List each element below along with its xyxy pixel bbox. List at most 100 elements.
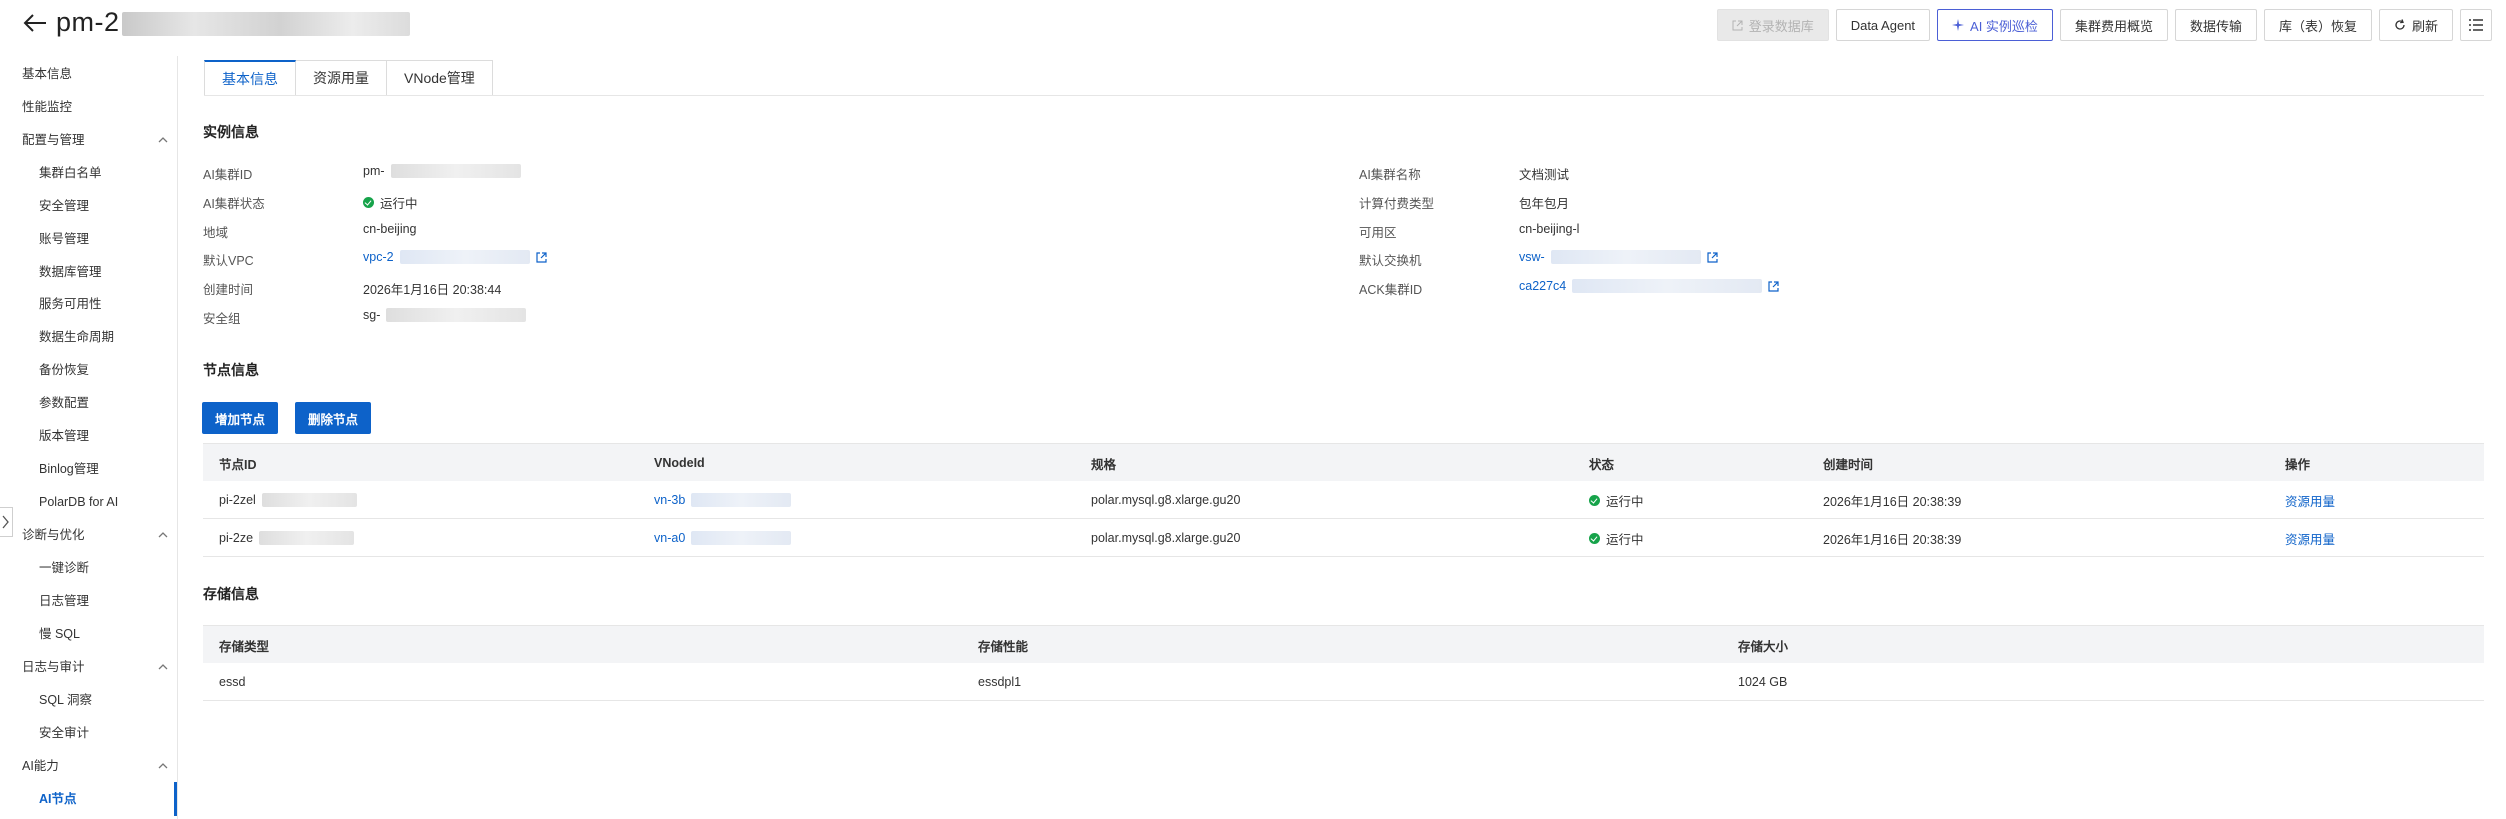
refresh-icon [2395,19,2405,30]
sidebar: 基本信息 性能监控 配置与管理 集群白名单 安全管理 账号管理 数据库管理 服务… [0,56,178,819]
ai-inspect-button[interactable]: AI 实例巡检 [1937,9,2053,41]
sidebar-item-slow-sql[interactable]: 慢 SQL [39,624,170,644]
login-database-button[interactable]: 登录数据库 [1716,9,1829,41]
table-row: essd essdpl1 1024 GB [203,663,2484,701]
column-header: 存储大小 [1738,639,1789,654]
chevron-up-icon [158,532,168,538]
cluster-cost-label: 集群费用概览 [2074,18,2153,34]
default-vpc-link[interactable]: vpc-2 [363,250,547,264]
success-check-icon [1589,532,1600,544]
cluster-id-label: AI集群ID [203,168,253,182]
default-vpc-text: vpc-2 [363,250,394,264]
billing-type-value: 包年包月 [1519,197,1570,211]
ack-cluster-id-link[interactable]: ca227c4 [1519,279,1779,293]
table-row: pi-2ze vn-a0 polar.mysql.g8.xlarge.gu20 … [203,519,2484,557]
sidebar-item-polardb-ai[interactable]: PolarDB for AI [39,492,170,512]
delete-node-button[interactable]: 删除节点 [295,402,372,434]
tab-vnode-management[interactable]: VNode管理 [387,60,493,96]
page-title: pm-2 [56,7,120,37]
resource-usage-link[interactable]: 资源用量 [2285,519,2335,557]
page-header: pm-2 登录数据库 Data Agent AI 实例巡检 集群费用概览 数据传… [0,0,2506,52]
toolbar: 登录数据库 Data Agent AI 实例巡检 集群费用概览 数据传输 库（表… [1716,9,2492,41]
db-restore-label: 库（表）恢复 [2278,18,2357,34]
sidebar-item-version[interactable]: 版本管理 [39,426,170,446]
external-link-icon[interactable] [1768,280,1779,292]
sidebar-item-binlog[interactable]: Binlog管理 [39,459,170,479]
add-node-button[interactable]: 增加节点 [202,402,279,434]
db-restore-button[interactable]: 库（表）恢复 [2263,9,2372,41]
default-vswitch-label: 默认交换机 [1359,254,1422,268]
sidebar-group-ai[interactable]: AI能力 [22,756,170,776]
tab-basic-info[interactable]: 基本信息 [204,60,296,96]
security-group-value: sg- [363,308,527,322]
redacted-value [390,164,521,178]
sidebar-group-config[interactable]: 配置与管理 [22,130,170,150]
sidebar-group-label: 日志与审计 [22,660,85,674]
sidebar-item-availability[interactable]: 服务可用性 [39,294,170,314]
tab-resource-usage[interactable]: 资源用量 [296,60,387,96]
column-header: 创建时间 [1823,457,1874,472]
sidebar-item-security[interactable]: 安全管理 [39,196,170,216]
table-row: pi-2zel vn-3b polar.mysql.g8.xlarge.gu20… [203,481,2484,519]
external-link-icon[interactable] [1707,251,1718,263]
default-vpc-label: 默认VPC [203,254,254,268]
node-id: pi-2zel [219,493,256,507]
node-info-title: 节点信息 [203,362,259,378]
redacted-value [259,531,355,545]
cluster-id-text: pm- [363,164,385,178]
login-database-label: 登录数据库 [1748,18,1814,34]
table-header: 节点ID VNodeId 规格 状态 创建时间 操作 [203,443,2484,481]
sidebar-collapse-toggle[interactable] [0,507,13,537]
cluster-status-value: 运行中 [363,193,418,212]
sidebar-item-backup[interactable]: 备份恢复 [39,360,170,380]
column-header: 状态 [1589,457,1615,472]
vnode-id-link[interactable]: vn-a0 [654,519,792,557]
success-check-icon [1589,494,1600,506]
default-vswitch-link[interactable]: vsw- [1519,250,1718,264]
sidebar-active-indicator [174,782,177,816]
redacted-value [261,493,357,507]
sidebar-group-diagnosis[interactable]: 诊断与优化 [22,525,170,545]
sidebar-item-accounts[interactable]: 账号管理 [39,229,170,249]
list-view-button[interactable] [2460,9,2492,41]
zone-label: 可用区 [1359,226,1397,240]
vnode-id: vn-a0 [654,531,686,545]
node-id: pi-2ze [219,531,254,545]
default-vswitch-text: vsw- [1519,250,1545,264]
storage-size: 1024 GB [1738,675,1788,689]
security-group-text: sg- [363,308,381,322]
sidebar-item-one-click-diagnosis[interactable]: 一键诊断 [39,558,170,578]
data-transfer-button[interactable]: 数据传输 [2174,9,2257,41]
tabs-divider [204,95,2484,96]
data-agent-label: Data Agent [1850,17,1916,33]
cluster-cost-button[interactable]: 集群费用概览 [2059,9,2168,41]
data-agent-button[interactable]: Data Agent [1835,9,1931,41]
refresh-button[interactable]: 刷新 [2378,9,2453,41]
sidebar-item-logs[interactable]: 日志管理 [39,591,170,611]
sidebar-group-audit[interactable]: 日志与审计 [22,657,170,677]
cluster-status-label: AI集群状态 [203,197,265,211]
table-header: 存储类型 存储性能 存储大小 [203,625,2484,663]
back-arrow-icon[interactable] [22,10,48,36]
node-created-time: 2026年1月16日 20:38:39 [1823,532,1962,547]
vnode-id-link[interactable]: vn-3b [654,481,792,519]
sidebar-item-whitelist[interactable]: 集群白名单 [39,163,170,183]
list-settings-icon [2469,19,2483,31]
success-check-icon [363,197,374,208]
sidebar-item-lifecycle[interactable]: 数据生命周期 [39,327,170,347]
sidebar-item-security-audit[interactable]: 安全审计 [39,723,170,743]
sidebar-item-parameters[interactable]: 参数配置 [39,393,170,413]
sidebar-item-basic-info[interactable]: 基本信息 [22,64,170,84]
node-status-text: 运行中 [1606,532,1644,547]
resource-usage-link[interactable]: 资源用量 [2285,481,2335,519]
chevron-right-icon [2,515,9,529]
ai-sparkle-icon [1952,19,1965,31]
content-tabs: 基本信息 资源用量 VNode管理 [204,60,493,96]
sidebar-item-databases[interactable]: 数据库管理 [39,262,170,282]
sidebar-item-performance[interactable]: 性能监控 [22,97,170,117]
external-link-icon[interactable] [535,251,547,263]
external-link-icon [1732,20,1743,30]
sidebar-item-ai-nodes[interactable]: AI节点 [39,789,170,809]
sidebar-item-sql-insight[interactable]: SQL 洞察 [39,690,170,710]
ai-inspect-label: AI 实例巡检 [1970,18,2038,34]
